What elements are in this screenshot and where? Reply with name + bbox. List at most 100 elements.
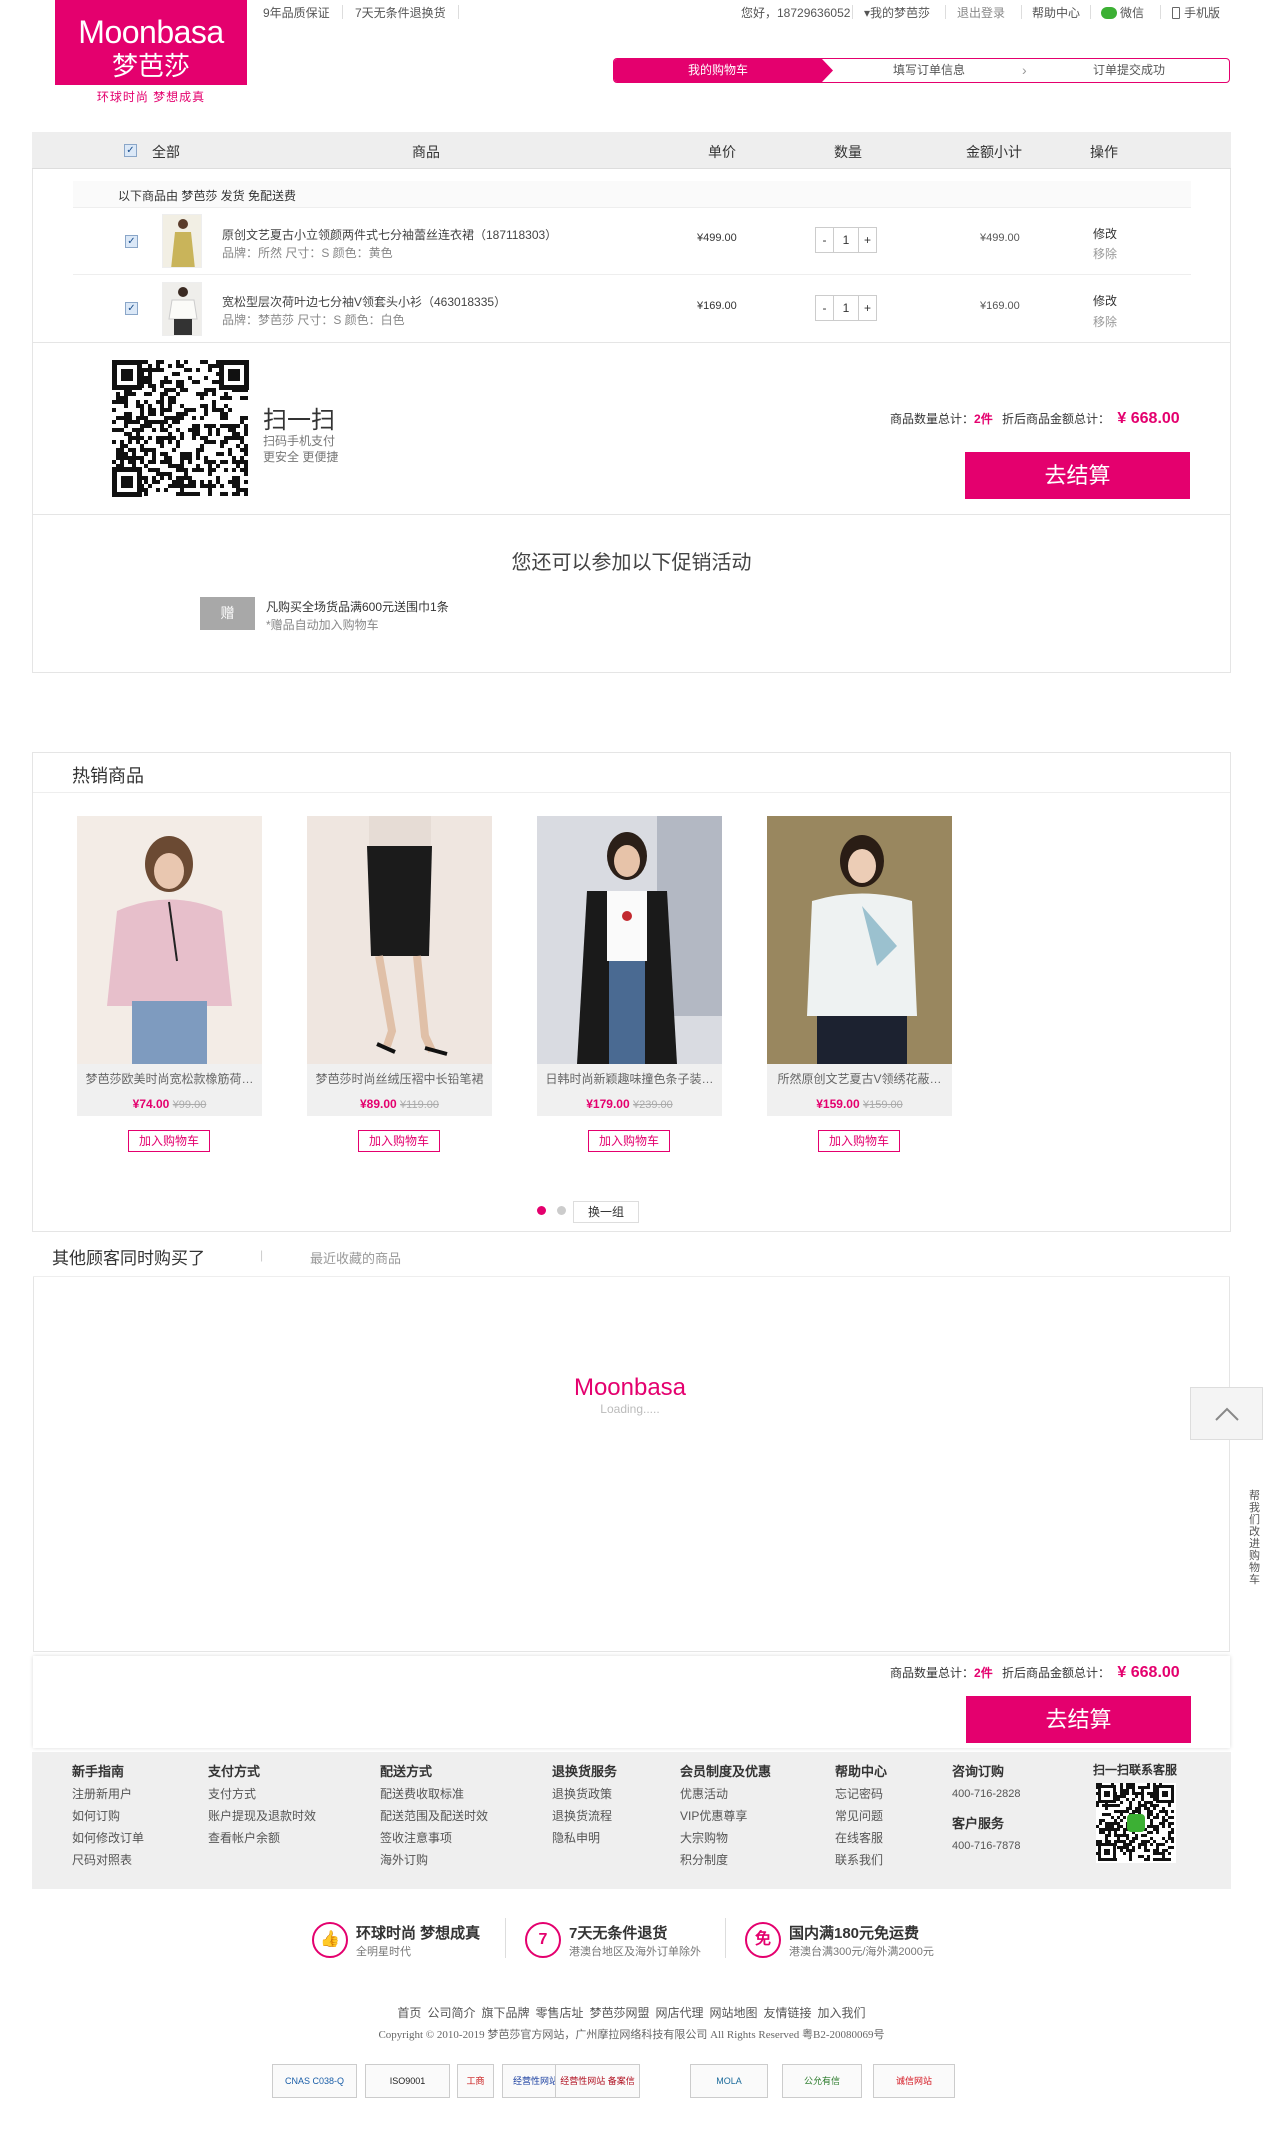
certification-badge[interactable]: ISO9001: [365, 2064, 450, 2098]
quantity-input[interactable]: 1: [834, 296, 858, 320]
footer-nav-link[interactable]: 加入我们: [818, 2006, 866, 2020]
product-image[interactable]: [537, 816, 722, 1064]
select-all-checkbox[interactable]: ✓: [124, 144, 137, 157]
footer-column-heading: 退换货服务: [552, 1764, 618, 1779]
checkout-button[interactable]: 去结算: [965, 452, 1190, 499]
add-to-cart-button[interactable]: 加入购物车: [358, 1130, 440, 1152]
footer-column: 退换货服务退换货政策 退换货流程 隐私申明: [552, 1761, 617, 1849]
footer-nav-link[interactable]: 网站地图: [710, 2006, 758, 2020]
certification-badge[interactable]: 工商: [457, 2064, 494, 2098]
item-attrs: 品牌：所然 尺寸：S 颜色：黄色: [222, 246, 393, 260]
blouse-image: [163, 283, 201, 335]
footer-nav-link[interactable]: 旗下品牌: [481, 2006, 529, 2020]
return-policy: 7天无条件退换货: [355, 6, 446, 20]
increment-button[interactable]: +: [858, 228, 876, 252]
my-account-link[interactable]: ▾我的梦芭莎: [864, 5, 930, 21]
footer-nav-link[interactable]: 首页: [397, 2006, 421, 2020]
footer-link[interactable]: 联系我们: [835, 1849, 887, 1871]
footer-nav-link[interactable]: 网店代理: [656, 2006, 704, 2020]
certification-badge[interactable]: 经营性网站 备案信息: [555, 2064, 640, 2098]
certification-badge[interactable]: 诚信网站: [873, 2064, 955, 2098]
product-image[interactable]: [767, 816, 952, 1064]
add-to-cart-button[interactable]: 加入购物车: [818, 1130, 900, 1152]
item-checkbox[interactable]: ✓: [125, 235, 138, 248]
footer-nav-link[interactable]: 零售店址: [535, 2006, 583, 2020]
remove-link[interactable]: 移除: [1093, 245, 1117, 262]
product-name[interactable]: 所然原创文艺夏古V领绣花蔽…: [767, 1064, 952, 1094]
footer-link[interactable]: 如何修改订单: [72, 1827, 144, 1849]
feedback-text: 帮我们改进购物车: [1249, 1490, 1260, 1586]
footer-link[interactable]: 查看帐户余额: [208, 1827, 316, 1849]
footer-link[interactable]: 忘记密码: [835, 1783, 887, 1805]
mobile-link[interactable]: 手机版: [1172, 5, 1220, 21]
add-to-cart-button[interactable]: 加入购物车: [588, 1130, 670, 1152]
swap-group-button[interactable]: 换一组: [573, 1201, 639, 1223]
item-title[interactable]: 原创文艺夏古小立领颜两件式七分袖蕾丝连衣裙（187118303）: [222, 226, 557, 243]
product-thumbnail[interactable]: [162, 282, 202, 336]
product-name[interactable]: 梦芭莎欧美时尚宽松款橡筋荷…: [77, 1064, 262, 1094]
footer-link[interactable]: 优惠活动: [680, 1783, 771, 1805]
footer-link[interactable]: 签收注意事项: [380, 1827, 488, 1849]
footer-link[interactable]: 常见问题: [835, 1805, 887, 1827]
footer-link[interactable]: 退换货政策: [552, 1783, 617, 1805]
footer-column: 帮助中心 忘记密码 常见问题 在线客服 联系我们: [835, 1761, 887, 1871]
certification-badge[interactable]: 公允有信: [782, 2064, 862, 2098]
back-to-top-button[interactable]: [1190, 1387, 1263, 1440]
carousel-dot[interactable]: [557, 1206, 566, 1215]
decrement-button[interactable]: -: [816, 296, 834, 320]
phone-icon: [1172, 7, 1180, 19]
product-image[interactable]: [307, 816, 492, 1064]
footer-link[interactable]: 海外订购: [380, 1849, 488, 1871]
footer-link[interactable]: 隐私申明: [552, 1827, 617, 1849]
footer-nav-link[interactable]: 友情链接: [764, 2006, 812, 2020]
footer-nav-link[interactable]: 公司简介: [427, 2006, 475, 2020]
product-name[interactable]: 梦芭莎时尚丝绒压褶中长铅笔裙: [307, 1064, 492, 1094]
certification-badge[interactable]: MOLA: [690, 2064, 768, 2098]
item-checkbox[interactable]: ✓: [125, 302, 138, 315]
product-name[interactable]: 日韩时尚新颖趣味撞色条子装…: [537, 1064, 722, 1094]
footer-link[interactable]: 大宗购物: [680, 1827, 771, 1849]
footer-column-heading: 新手指南: [72, 1764, 125, 1779]
quantity-input[interactable]: 1: [834, 228, 858, 252]
remove-link[interactable]: 移除: [1093, 313, 1117, 330]
carousel-dot-active[interactable]: [537, 1206, 546, 1215]
edit-link[interactable]: 修改: [1093, 225, 1117, 242]
footer-link[interactable]: 支付方式: [208, 1783, 316, 1805]
promo-line: 凡购买全场货品满600元送围巾1条: [266, 600, 449, 614]
decrement-button[interactable]: -: [816, 228, 834, 252]
tab-also-bought[interactable]: 其他顾客同时购买了: [52, 1244, 205, 1269]
header-qty: 数量: [834, 144, 862, 160]
footer-link[interactable]: 尺码对照表: [72, 1849, 144, 1871]
footer-link[interactable]: VIP优惠尊享: [680, 1805, 771, 1827]
tab-recent-favorites[interactable]: 最近收藏的商品: [310, 1248, 401, 1267]
footer-link[interactable]: 积分制度: [680, 1849, 771, 1871]
product-image[interactable]: [77, 816, 262, 1064]
footer-link[interactable]: 账户提现及退款时效: [208, 1805, 316, 1827]
product-card[interactable]: 梦芭莎时尚丝绒压褶中长铅笔裙 ¥89.00 ¥119.00 加入购物车: [307, 816, 492, 1152]
logout-link[interactable]: 退出登录: [957, 5, 1005, 21]
others-content: [33, 1277, 1230, 1652]
bottom-checkout-button[interactable]: 去结算: [966, 1696, 1191, 1743]
brand-logo[interactable]: Moonbasa 梦芭莎: [55, 0, 247, 85]
product-card[interactable]: 梦芭莎欧美时尚宽松款橡筋荷… ¥74.00 ¥99.00 加入购物车: [77, 816, 262, 1152]
product-thumbnail[interactable]: [162, 214, 202, 268]
add-to-cart-button[interactable]: 加入购物车: [128, 1130, 210, 1152]
feedback-tab[interactable]: 帮我们改进购物车: [1249, 1490, 1263, 1586]
product-card[interactable]: 所然原创文艺夏古V领绣花蔽… ¥159.00 ¥159.00 加入购物车: [767, 816, 952, 1152]
footer-link[interactable]: 如何订购: [72, 1805, 144, 1827]
promise-subtitle: 港澳台地区及海外订单除外: [569, 1946, 701, 1958]
help-link[interactable]: 帮助中心: [1032, 5, 1080, 21]
footer-link[interactable]: 配送费收取标准: [380, 1783, 488, 1805]
footer-link[interactable]: 在线客服: [835, 1827, 887, 1849]
footer-link[interactable]: 退换货流程: [552, 1805, 617, 1827]
increment-button[interactable]: +: [858, 296, 876, 320]
edit-link[interactable]: 修改: [1093, 292, 1117, 309]
footer-nav-link[interactable]: 梦芭莎网盟: [589, 2006, 649, 2020]
certification-badge[interactable]: CNAS C038-Q: [272, 2064, 357, 2098]
item-title[interactable]: 宽松型层次荷叶边七分袖V领套头小衫（463018335）: [222, 293, 506, 310]
hot-products-header: [33, 753, 1230, 793]
footer-link[interactable]: 注册新用户: [72, 1783, 144, 1805]
product-card[interactable]: 日韩时尚新颖趣味撞色条子装… ¥179.00 ¥239.00 加入购物车: [537, 816, 722, 1152]
footer-link[interactable]: 配送范围及配送时效: [380, 1805, 488, 1827]
wechat-link[interactable]: 微信: [1101, 5, 1144, 21]
